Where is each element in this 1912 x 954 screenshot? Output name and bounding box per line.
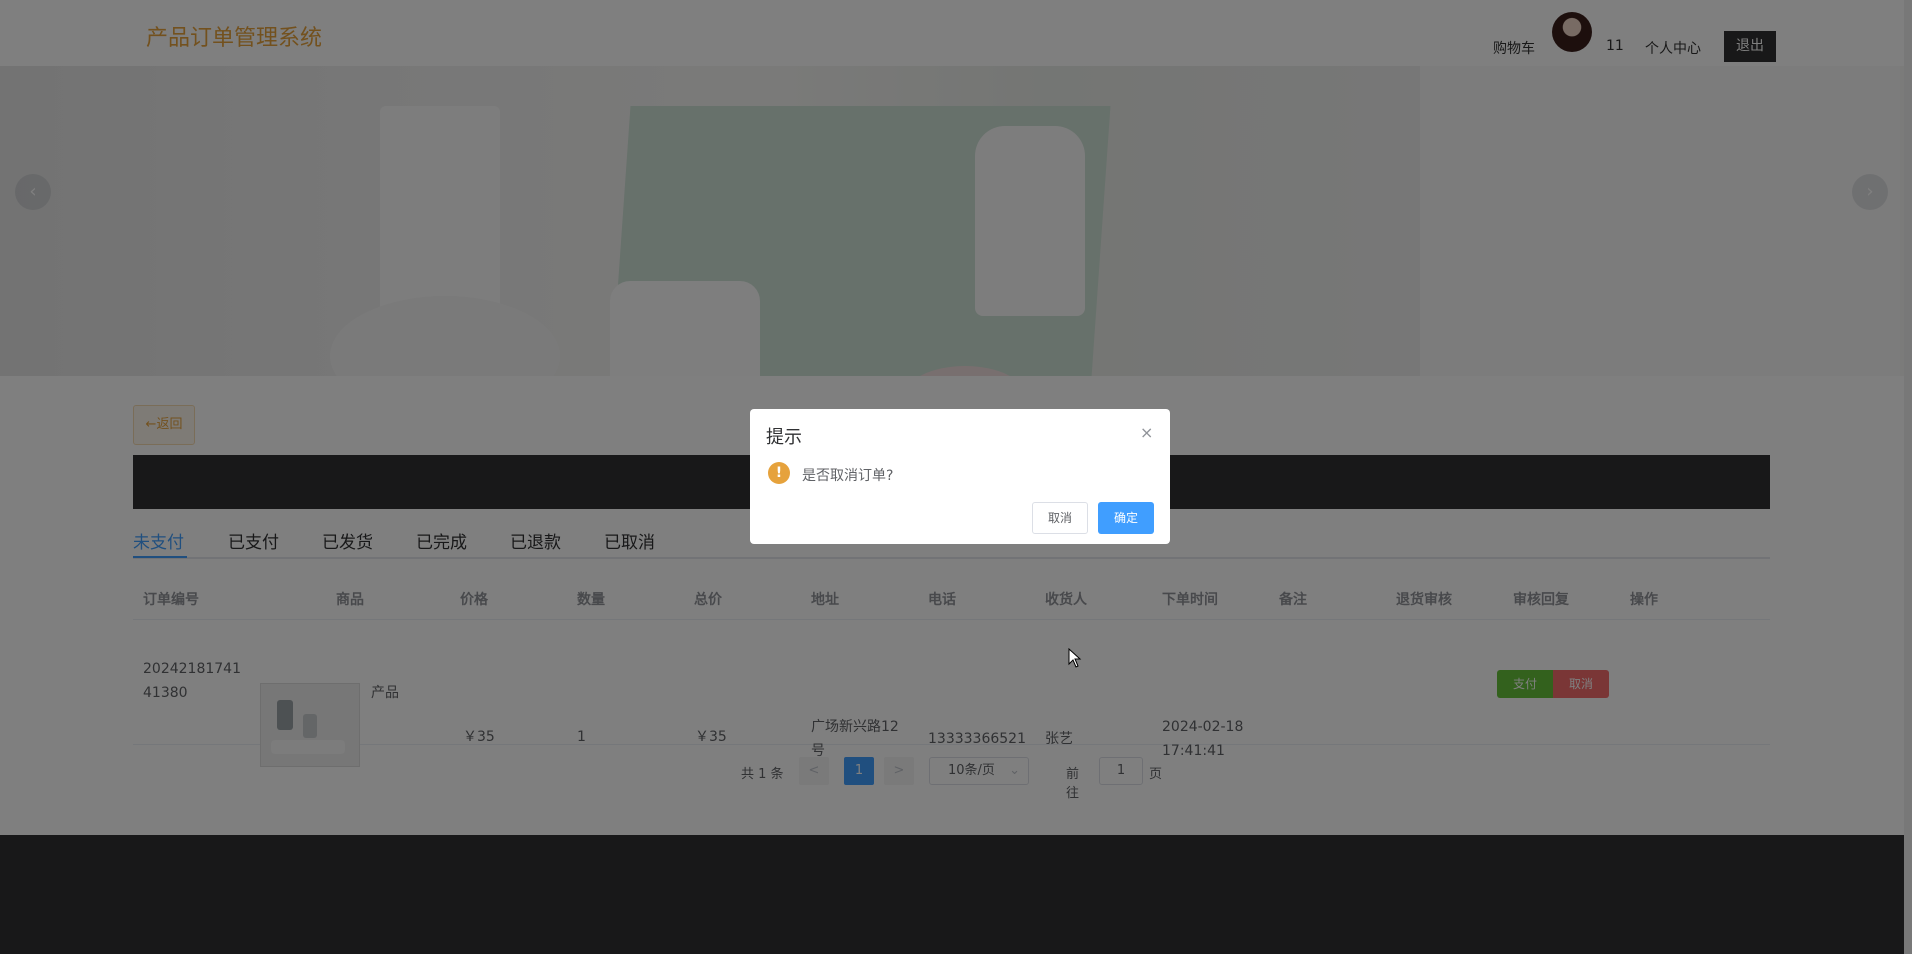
close-icon[interactable]: ×	[1140, 423, 1153, 442]
mouse-cursor-icon	[1068, 648, 1082, 668]
dialog-title: 提示	[766, 427, 802, 448]
dialog-confirm-button[interactable]: 确定	[1098, 502, 1154, 534]
dialog-message: 是否取消订单?	[802, 468, 894, 484]
confirm-dialog: 提示 × ! 是否取消订单? 取消 确定	[750, 409, 1170, 544]
dialog-cancel-button[interactable]: 取消	[1032, 502, 1088, 534]
warning-icon: !	[768, 462, 790, 484]
